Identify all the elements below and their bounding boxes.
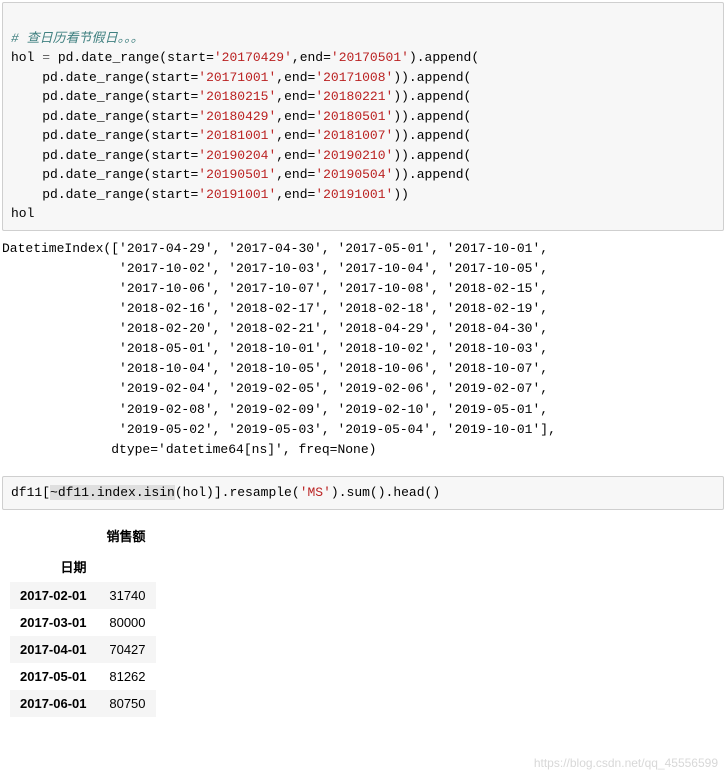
code-cell-1: # 查日历看节假日。。。 hol = pd.date_range(start='… [2,2,724,231]
table-index-row: 日期 [10,551,156,582]
code-line-8: pd.date_range(start='20191001',end='2019… [11,187,409,202]
code-line-7: pd.date_range(start='20190501',end='2019… [11,167,471,182]
table-header-row: 销售额 [10,520,156,551]
table-col-header: 销售额 [97,520,156,551]
table-row: 2017-02-0131740 [10,582,156,609]
code-line-1: hol = pd.date_range(start='20170429',end… [11,50,479,65]
watermark-text: https://blog.csdn.net/qq_45556599 [534,756,718,770]
table-row: 2017-06-0180750 [10,690,156,717]
code-line: df11[~df11.index.isin(hol)].resample('MS… [11,485,440,500]
output-cell-1: DatetimeIndex(['2017-04-29', '2017-04-30… [0,237,726,475]
code-line-5: pd.date_range(start='20181001',end='2018… [11,128,471,143]
output-table: 销售额 日期 2017-02-0131740 2017-03-0180000 2… [10,520,156,717]
code-line-6: pd.date_range(start='20190204',end='2019… [11,148,471,163]
code-line-2: pd.date_range(start='20171001',end='2017… [11,70,471,85]
code-cell-2: df11[~df11.index.isin(hol)].resample('MS… [2,476,724,510]
code-line-last: hol [11,206,34,221]
code-line-4: pd.date_range(start='20180429',end='2018… [11,109,471,124]
table-row: 2017-05-0181262 [10,663,156,690]
table-row: 2017-03-0180000 [10,609,156,636]
table-row: 2017-04-0170427 [10,636,156,663]
table-index-name: 日期 [10,551,97,582]
code-comment: # 查日历看节假日。。。 [11,31,144,46]
code-line-3: pd.date_range(start='20180215',end='2018… [11,89,471,104]
